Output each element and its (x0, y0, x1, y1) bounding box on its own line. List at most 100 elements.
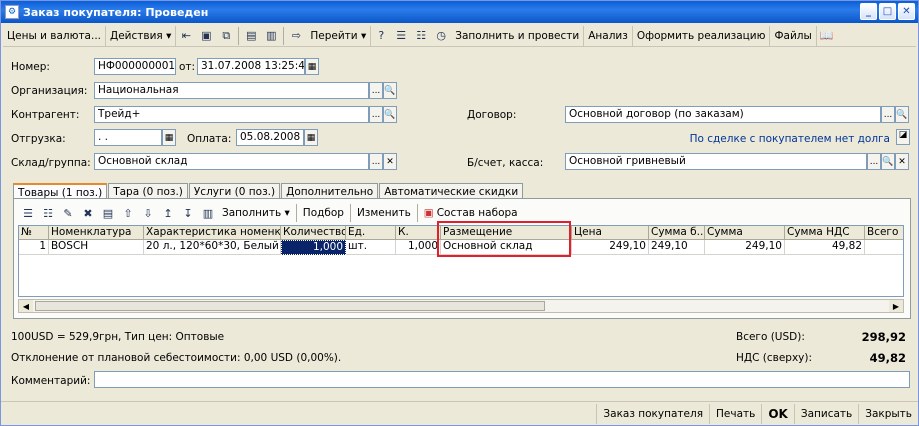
kit-button[interactable]: ▣ Состав набора (420, 203, 522, 223)
payment-field[interactable]: 05.08.2008 (236, 129, 304, 146)
info-icon[interactable]: ◪ (896, 129, 910, 145)
maximize-button[interactable]: □ (879, 3, 896, 20)
warehouse-field[interactable]: Основной склад (94, 153, 369, 170)
ok-button[interactable]: OK (761, 403, 794, 424)
col-header-sum[interactable]: Сумма (705, 226, 785, 240)
goods-table[interactable]: № Номенклатура Характеристика номенк... … (18, 225, 904, 297)
contragent-field[interactable]: Трейд+ (94, 106, 369, 123)
choose-button[interactable]: ... (369, 153, 383, 170)
clear-icon[interactable]: ✕ (895, 153, 909, 170)
cell-sum-no-discount[interactable]: 249,10 (649, 240, 705, 255)
cell-quantity[interactable]: 1,000 (281, 240, 346, 255)
prices-currency-button[interactable]: Цены и валюта... (3, 25, 107, 46)
col-header-nomenclature[interactable]: Номенклатура (49, 226, 144, 240)
col-header-sum-no-discount[interactable]: Сумма б... (649, 226, 705, 240)
end-edit-icon[interactable]: ▤ (98, 204, 118, 222)
order-print-button[interactable]: Заказ покупателя (596, 403, 709, 424)
move-down-icon[interactable]: ⇩ (138, 204, 158, 222)
cell-unit[interactable]: шт. (346, 240, 396, 255)
col-header-unit[interactable]: Ед. (346, 226, 396, 240)
col-header-vat[interactable]: Сумма НДС (785, 226, 865, 240)
help-book-icon[interactable]: 📖 (817, 27, 837, 45)
copy-doc-icon[interactable]: ⧉ (216, 27, 236, 45)
title-bar[interactable]: ⚙ Заказ покупателя: Проведен _ □ ✕ (1, 1, 918, 23)
choose-button[interactable]: ... (369, 82, 383, 99)
scroll-thumb[interactable] (35, 301, 545, 311)
list-icon[interactable]: ☰ (391, 27, 411, 45)
history-icon[interactable]: ◷ (431, 27, 451, 45)
choose-button[interactable]: ... (881, 106, 895, 123)
choose-button[interactable]: ... (369, 106, 383, 123)
clear-icon[interactable]: ✕ (383, 153, 397, 170)
col-header-price[interactable]: Цена (572, 226, 649, 240)
number-field[interactable]: НФ000000001 (94, 58, 176, 75)
account-field[interactable]: Основной гривневый (565, 153, 867, 170)
tab-auto-discounts[interactable]: Автоматические скидки (379, 183, 524, 199)
unpost-doc-icon[interactable]: ▥ (261, 27, 281, 45)
contract-field[interactable]: Основной договор (по заказам) (565, 106, 881, 123)
document-structure-icon[interactable]: ▣ (196, 27, 216, 45)
copy-row-icon[interactable]: ☷ (38, 204, 58, 222)
sort-asc-icon[interactable]: ↥ (158, 204, 178, 222)
col-header-total[interactable]: Всего (865, 226, 903, 240)
cell-sum[interactable]: 249,10 (705, 240, 785, 255)
help-icon[interactable]: ? (371, 27, 391, 45)
change-button[interactable]: Изменить (353, 203, 415, 223)
analysis-button[interactable]: Анализ (584, 25, 633, 46)
cell-price[interactable]: 249,10 (572, 240, 649, 255)
add-row-icon[interactable]: ☰ (18, 204, 38, 222)
cell-nomenclature[interactable]: BOSCH (49, 240, 144, 255)
debt-link[interactable]: По сделке с покупателем нет долга (690, 133, 890, 145)
col-header-quantity[interactable]: Количество (281, 226, 346, 240)
comment-field[interactable] (94, 371, 910, 388)
tab-services[interactable]: Услуги (0 поз.) (188, 183, 281, 199)
scroll-right-icon[interactable]: ▶ (889, 300, 903, 312)
make-sale-button[interactable]: Оформить реализацию (633, 25, 771, 46)
scroll-left-icon[interactable]: ◀ (19, 300, 33, 312)
search-icon[interactable]: 🔍 (383, 106, 397, 123)
tab-tare[interactable]: Тара (0 поз.) (108, 183, 188, 199)
col-header-placement[interactable]: Размещение (441, 226, 572, 240)
cell-k[interactable]: 1,000 (396, 240, 441, 255)
cell-vat[interactable]: 49,82 (785, 240, 865, 255)
calendar-icon[interactable]: ▦ (162, 129, 176, 146)
calendar-icon[interactable]: ▦ (304, 129, 318, 146)
tab-additional[interactable]: Дополнительно (281, 183, 379, 199)
cell-placement[interactable]: Основной склад (441, 240, 572, 255)
move-up-icon[interactable]: ⇧ (118, 204, 138, 222)
files-button[interactable]: Файлы (770, 25, 817, 46)
col-header-num[interactable]: № (19, 226, 49, 240)
selection-button[interactable]: Подбор (299, 203, 348, 223)
minimize-button[interactable]: _ (860, 3, 877, 20)
save-button[interactable]: Записать (793, 403, 858, 424)
contract-label: Договор: (467, 109, 517, 121)
barcode-icon[interactable]: ▥ (198, 204, 218, 222)
search-icon[interactable]: 🔍 (881, 153, 895, 170)
actions-menu[interactable]: Действия ▾ (106, 25, 177, 46)
close-button[interactable]: Закрыть (858, 403, 918, 424)
fill-menu[interactable]: Заполнить ▾ (218, 203, 294, 223)
date-field[interactable]: 31.07.2008 13:25:49 (197, 58, 305, 75)
horizontal-scrollbar[interactable]: ◀ ▶ (18, 299, 904, 313)
search-icon[interactable]: 🔍 (895, 106, 909, 123)
close-window-button[interactable]: ✕ (898, 3, 915, 20)
col-header-k[interactable]: К. (396, 226, 441, 240)
edit-row-icon[interactable]: ✎ (58, 204, 78, 222)
based-on-icon[interactable]: ⇨ (286, 27, 306, 45)
cell-total[interactable] (865, 240, 903, 255)
fill-and-post-button[interactable]: Заполнить и провести (451, 25, 585, 46)
print-button[interactable]: Печать (709, 403, 761, 424)
delete-row-icon[interactable]: ✖ (78, 204, 98, 222)
sort-desc-icon[interactable]: ↧ (178, 204, 198, 222)
post-doc-icon[interactable]: ▤ (241, 27, 261, 45)
search-icon[interactable]: 🔍 (383, 82, 397, 99)
org-field[interactable]: Национальная (94, 82, 369, 99)
structure-icon[interactable]: ☷ (411, 27, 431, 45)
cell-characteristic[interactable]: 20 л., 120*60*30, Белый (144, 240, 281, 255)
shipment-field[interactable]: . . (94, 129, 162, 146)
goto-menu[interactable]: Перейти ▾ (306, 25, 372, 46)
back-arrow-icon[interactable]: ⇤ (176, 27, 196, 45)
col-header-characteristic[interactable]: Характеристика номенк... (144, 226, 281, 240)
choose-button[interactable]: ... (867, 153, 881, 170)
calendar-icon[interactable]: ▦ (305, 58, 319, 75)
